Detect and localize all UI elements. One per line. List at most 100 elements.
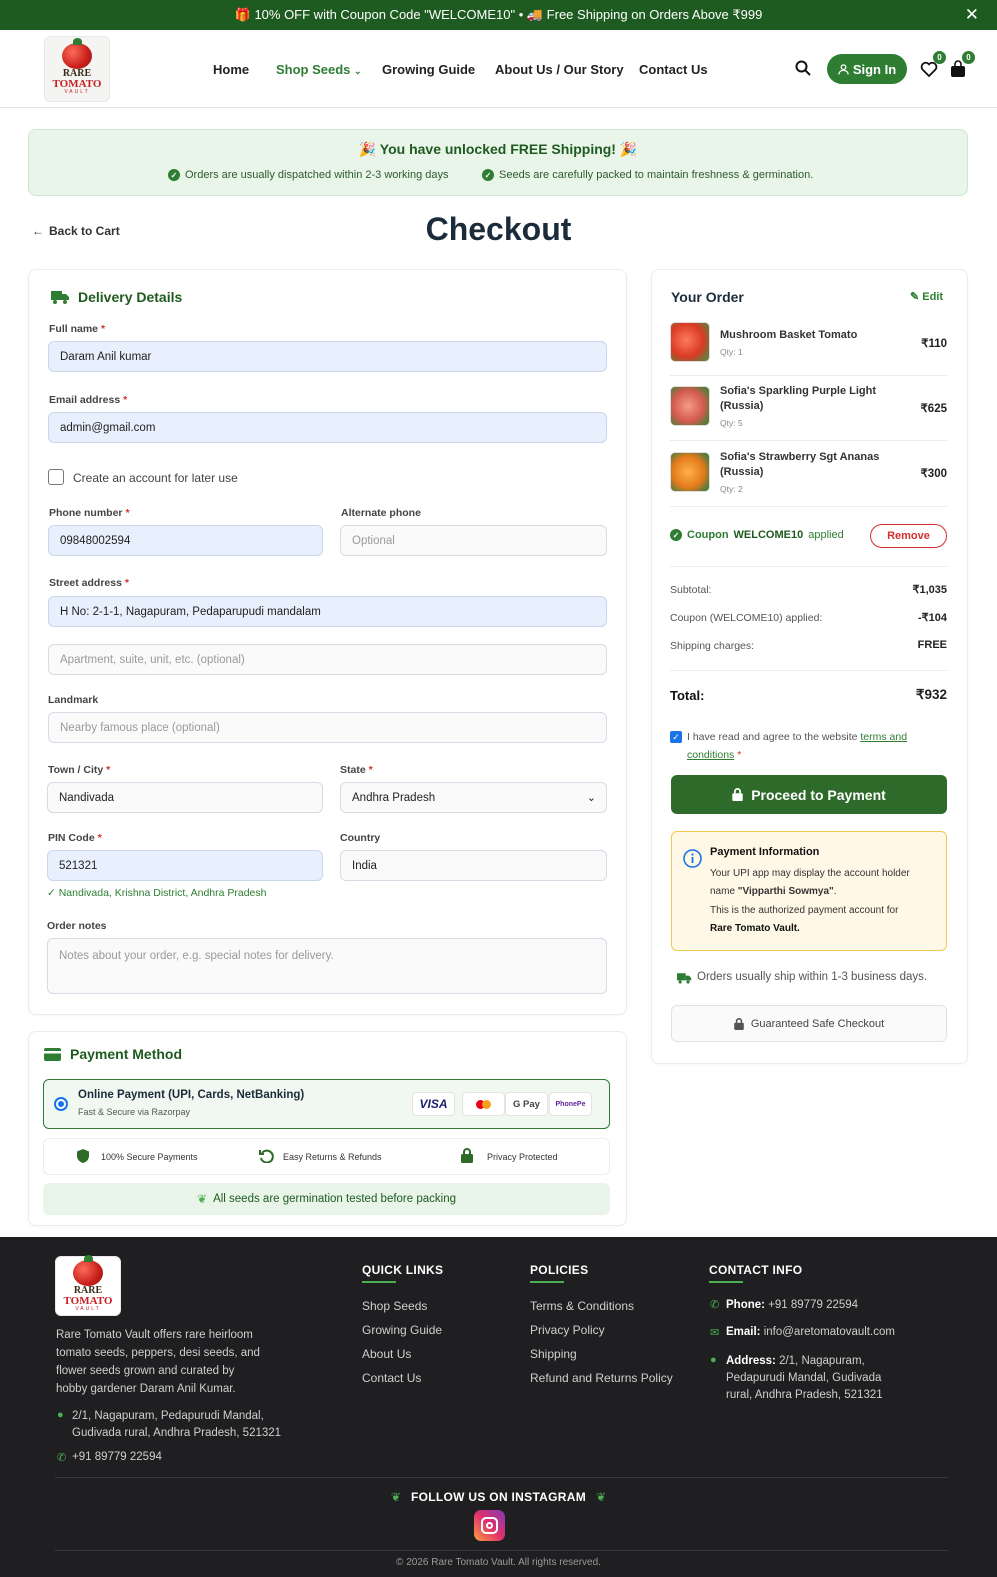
create-account-checkbox[interactable] (48, 469, 64, 485)
site-logo[interactable]: RARE TOMATO VAULT (44, 36, 110, 102)
full-name-input[interactable]: Daram Anil kumar (48, 341, 607, 372)
email-label: Email address * (49, 394, 128, 406)
follow-instagram-text: FOLLOW US ON INSTAGRAM (410, 1490, 587, 1504)
close-icon[interactable]: ✕ (965, 5, 979, 25)
footer-link-contact[interactable]: Contact Us (362, 1371, 421, 1385)
edit-order-link[interactable]: ✎ Edit (910, 290, 943, 303)
phone-icon: ✆ (710, 1299, 720, 1311)
returns-icon (259, 1149, 274, 1163)
packing-note: ✓ Seeds are carefully packed to maintain … (482, 169, 813, 181)
safe-checkout-text: Guaranteed Safe Checkout (750, 1017, 885, 1030)
footer-link-shipping[interactable]: Shipping (530, 1347, 577, 1361)
footer-link-refunds[interactable]: Refund and Returns Policy (530, 1371, 673, 1385)
footer-divider (55, 1477, 948, 1478)
policies-heading: POLICIES (530, 1263, 588, 1283)
online-payment-label: Online Payment (UPI, Cards, NetBanking) (78, 1089, 305, 1101)
page-title: Checkout (425, 211, 572, 247)
lock-icon (461, 1148, 473, 1163)
proceed-to-payment-button[interactable]: Proceed to Payment (671, 775, 947, 814)
footer-about-line: Rare Tomato Vault offers rare heirloom (56, 1329, 253, 1341)
country-input[interactable]: India (340, 850, 607, 881)
terms-checkbox[interactable]: ✓ (670, 731, 682, 743)
product-qty: Qty: 1 (720, 347, 743, 357)
nav-shop-seeds[interactable]: Shop Seeds ⌄ (276, 62, 362, 77)
safe-checkout-badge: Guaranteed Safe Checkout (671, 1005, 947, 1042)
nav-growing-guide[interactable]: Growing Guide (382, 62, 475, 77)
footer-about-line: tomato seeds, peppers, desi seeds, and (56, 1347, 260, 1359)
logo-text-vault: VAULT (64, 89, 90, 95)
shield-icon (77, 1149, 89, 1163)
subtotal-label: Subtotal: (670, 584, 712, 596)
nav-contact[interactable]: Contact Us (639, 62, 708, 77)
footer-logo[interactable]: RARE TOMATO VAULT (55, 1255, 121, 1316)
payment-info-line: Rare Tomato Vault. (710, 923, 800, 934)
terms-link[interactable]: terms and (860, 731, 907, 743)
copyright: © 2026 Rare Tomato Vault. All rights res… (396, 1557, 601, 1568)
conditions-link[interactable]: conditions (687, 749, 734, 761)
check-circle-icon: ✓ (670, 529, 682, 541)
product-thumbnail[interactable] (670, 386, 710, 426)
product-price: ₹625 (920, 403, 947, 415)
map-pin-icon: ● (57, 1409, 64, 1421)
footer-link-about[interactable]: About Us (362, 1347, 411, 1361)
street-address-input[interactable]: H No: 2-1-1, Nagapuram, Pedaparupudi man… (48, 596, 607, 627)
product-qty: Qty: 2 (720, 484, 743, 494)
state-select[interactable]: Andhra Pradesh ⌄ (340, 782, 607, 813)
full-name-label: Full name * (49, 323, 106, 335)
alternate-phone-input[interactable]: Optional (340, 525, 607, 556)
search-icon[interactable] (795, 60, 811, 76)
email-input[interactable]: admin@gmail.com (48, 412, 607, 443)
town-city-input[interactable]: Nandivada (47, 782, 323, 813)
pin-code-input[interactable]: 521321 (47, 850, 323, 881)
product-price: ₹300 (920, 468, 947, 480)
terms-text: I have read and agree to the website (687, 731, 861, 743)
order-notes-textarea[interactable]: Notes about your order, e.g. special not… (47, 938, 607, 994)
tomato-icon (62, 38, 92, 69)
divider (670, 670, 947, 671)
credit-card-icon (44, 1048, 61, 1061)
sign-in-button[interactable]: Sign In (827, 54, 907, 84)
nav-about[interactable]: About Us / Our Story (495, 62, 624, 77)
contact-phone[interactable]: Phone: +91 89779 22594 (726, 1299, 858, 1311)
divider (670, 440, 947, 441)
discount-value: -₹104 (917, 612, 947, 624)
instagram-icon[interactable] (474, 1510, 505, 1541)
footer-about-line: hobby gardener Daram Anil Kumar. (56, 1383, 236, 1395)
country-label: Country (340, 832, 381, 844)
wishlist-count-badge: 0 (933, 51, 946, 64)
leaf-icon: ❦ (197, 1192, 208, 1206)
phone-input[interactable]: 09848002594 (48, 525, 323, 556)
chevron-down-icon: ⌄ (586, 792, 596, 804)
footer-link-terms[interactable]: Terms & Conditions (530, 1299, 634, 1313)
contact-email[interactable]: Email: info@aretomatovault.com (726, 1326, 895, 1338)
footer-link-growing-guide[interactable]: Growing Guide (362, 1323, 442, 1337)
edit-icon: ✎ (910, 291, 920, 303)
product-thumbnail[interactable] (670, 322, 710, 362)
free-shipping-title: 🎉 You have unlocked FREE Shipping! 🎉 (358, 141, 638, 157)
phone-label: Phone number * (49, 507, 130, 519)
footer-link-privacy[interactable]: Privacy Policy (530, 1323, 605, 1337)
contact-address: Address: 2/1, Nagapuram, Pedapurudi Mand… (726, 1353, 883, 1404)
nav-home[interactable]: Home (213, 62, 249, 77)
landmark-input[interactable]: Nearby famous place (optional) (48, 712, 607, 743)
contact-address-line: rural, Andhra Pradesh, 521321 (726, 1389, 883, 1401)
online-payment-radio[interactable] (54, 1097, 68, 1111)
product-thumbnail[interactable] (670, 452, 710, 492)
town-city-label: Town / City * (48, 764, 111, 776)
apartment-input[interactable]: Apartment, suite, unit, etc. (optional) (48, 644, 607, 675)
footer-phone[interactable]: +91 89779 22594 (72, 1451, 162, 1463)
footer-link-shop-seeds[interactable]: Shop Seeds (362, 1299, 427, 1313)
product-name[interactable]: Sofia's Strawberry Sgt Ananas (Russia) (720, 450, 890, 480)
free-shipping-banner: 🎉 You have unlocked FREE Shipping! 🎉 ✓ Or… (28, 129, 968, 196)
phone-icon: ✆ (57, 1452, 67, 1464)
your-order-title: Your Order (671, 289, 744, 305)
product-name[interactable]: Sofia's Sparkling Purple Light (Russia) (720, 384, 890, 414)
remove-coupon-button[interactable]: Remove (870, 524, 947, 548)
edit-label: Edit (922, 291, 944, 303)
terms-agreement: I have read and agree to the website ter… (687, 731, 908, 761)
payment-method-title: Payment Method (70, 1046, 183, 1062)
visa-logo: VISA (412, 1092, 455, 1116)
product-price: ₹110 (921, 338, 947, 350)
product-name[interactable]: Mushroom Basket Tomato (720, 328, 890, 343)
landmark-label: Landmark (48, 694, 99, 706)
